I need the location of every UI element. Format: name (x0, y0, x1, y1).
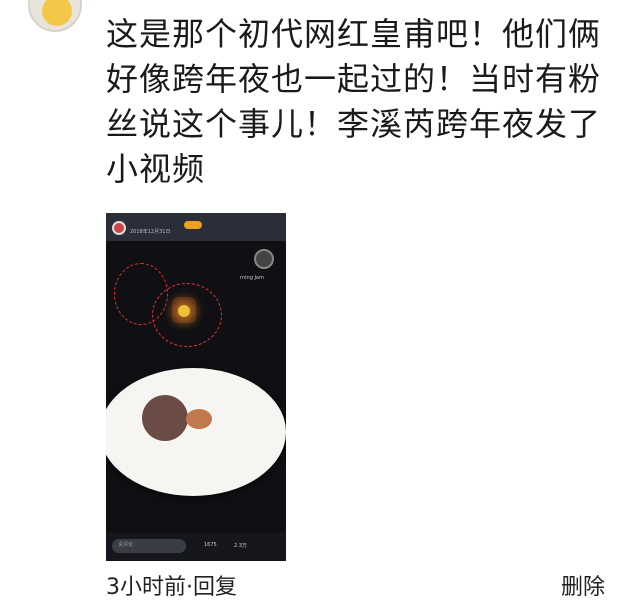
commenter-avatar[interactable] (28, 0, 82, 32)
video-like-count: 2.3万 (234, 543, 247, 549)
dessert-plate (106, 368, 286, 496)
dessert-garnish (186, 409, 212, 429)
video-song-name: rning Jam (240, 275, 264, 281)
video-author-avatar (112, 221, 126, 235)
video-date: 2018年12月31日 (130, 229, 171, 235)
comment-text: 这是那个初代网红皇甫吧！他们俩好像跨年夜也一起过的！当时有粉丝说这个事儿！李溪芮… (106, 15, 602, 188)
video-thumbnail[interactable]: 2018年12月31日 rning Jam 说评论 1675 2.3万 (106, 213, 286, 561)
video-follow-badge (184, 221, 202, 229)
comment-meta: 3小时前·回复 (106, 575, 237, 600)
music-disc-icon (254, 249, 274, 269)
chocolate-dessert (142, 395, 188, 441)
emoji-face-icon (42, 0, 72, 26)
video-comment-count: 1675 (204, 542, 217, 548)
video-comment-placeholder: 说评论 (118, 542, 134, 548)
annotation-circle (114, 263, 168, 325)
delete-button[interactable]: 删除 (561, 569, 605, 601)
